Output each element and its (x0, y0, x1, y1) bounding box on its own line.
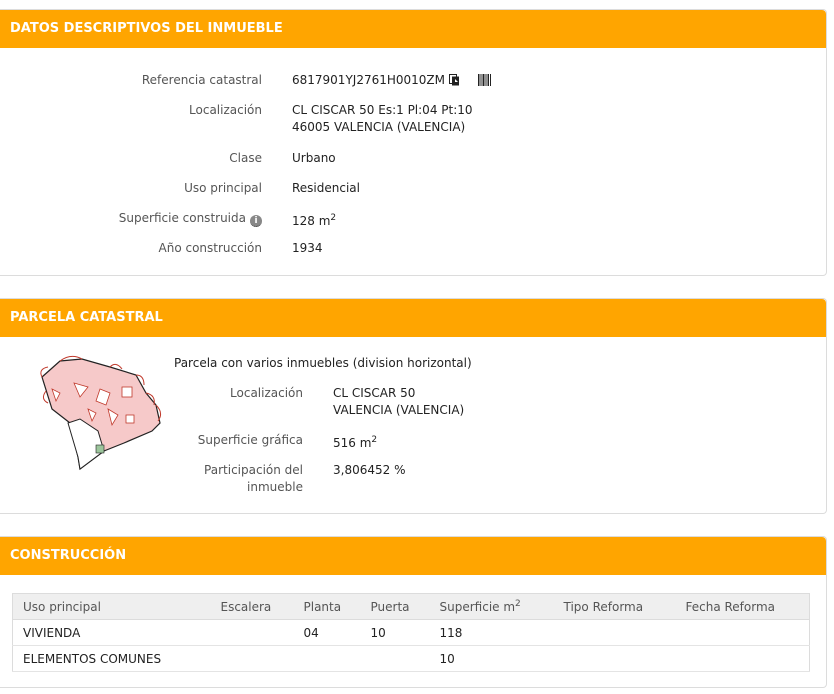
cell-fecha-reforma (675, 645, 810, 672)
parcela-map-thumbnail[interactable] (38, 353, 164, 471)
copy-icon[interactable] (449, 74, 460, 86)
cell-puerta (360, 645, 430, 672)
superficie-grafica-value: 516 m2 (333, 432, 377, 452)
table-row: VIVIENDA 04 10 118 (12, 619, 810, 646)
column-header-planta: Planta (293, 593, 361, 620)
localizacion-line1: CL CISCAR 50 Es:1 Pl:04 Pt:10 (292, 103, 473, 117)
participacion-label-line2: inmueble (247, 480, 303, 494)
superficie-construida-label: Superficie construida i (0, 210, 262, 227)
column-header-superficie: Superficie m2 (429, 593, 554, 620)
datos-descriptivos-title: DATOS DESCRIPTIVOS DEL INMUEBLE (0, 10, 826, 48)
table-row: ELEMENTOS COMUNES 10 (12, 645, 810, 672)
anio-construccion-label: Año construcción (158, 241, 263, 255)
construccion-table: Uso principal Escalera Planta Puerta Sup… (12, 593, 810, 672)
superficie-grafica-number: 516 m (333, 436, 372, 450)
column-header-fecha-reforma: Fecha Reforma (675, 593, 810, 620)
clase-value: Urbano (292, 151, 336, 165)
cell-superficie: 10 (429, 645, 554, 672)
parcela-descripcion: Parcela con varios inmuebles (division h… (174, 356, 472, 370)
parcela-catastral-panel: PARCELA CATASTRAL Parcela con varios inm… (0, 298, 827, 514)
cell-tipo-reforma (553, 645, 676, 672)
superficie-construida-unit: 2 (330, 213, 337, 223)
column-header-uso: Uso principal (12, 593, 211, 620)
column-header-superficie-unit: 2 (515, 599, 521, 609)
cell-escalera (210, 619, 294, 646)
cell-uso: ELEMENTOS COMUNES (12, 645, 211, 672)
parcela-localizacion-line2: VALENCIA (VALENCIA) (333, 403, 465, 417)
table-header-row: Uso principal Escalera Planta Puerta Sup… (12, 593, 810, 620)
superficie-construida-text: Superficie construida (118, 211, 246, 225)
localizacion-line2: 46005 VALENCIA (VALENCIA) (292, 120, 466, 134)
barcode-icon[interactable] (478, 74, 491, 86)
participacion-label-line1: Participación del (204, 463, 303, 477)
datos-descriptivos-panel: DATOS DESCRIPTIVOS DEL INMUEBLE Referenc… (0, 9, 827, 276)
localizacion-label: Localización (189, 103, 262, 117)
cell-uso: VIVIENDA (12, 619, 211, 646)
parcela-localizacion-label: Localización (230, 386, 303, 400)
uso-principal-value: Residencial (292, 181, 360, 195)
cell-planta: 04 (293, 619, 361, 646)
referencia-catastral-label: Referencia catastral (141, 73, 262, 87)
column-header-tipo-reforma: Tipo Reforma (553, 593, 676, 620)
referencia-catastral-value: 6817901YJ2761H0010ZM (292, 72, 491, 89)
column-header-escalera: Escalera (210, 593, 294, 620)
superficie-grafica-label: Superficie gráfica (197, 433, 303, 447)
cell-superficie: 118 (429, 619, 554, 646)
clase-label: Clase (229, 151, 262, 165)
uso-principal-label: Uso principal (184, 181, 262, 195)
anio-construccion-value: 1934 (292, 241, 323, 255)
cell-puerta: 10 (360, 619, 430, 646)
parcela-localizacion-line1: CL CISCAR 50 (333, 386, 416, 400)
construccion-title: CONSTRUCCIÓN (0, 537, 826, 575)
superficie-construida-number: 128 m (292, 214, 331, 228)
referencia-catastral-text[interactable]: 6817901YJ2761H0010ZM (292, 73, 445, 87)
column-header-superficie-text: Superficie m (439, 600, 516, 614)
cell-planta (293, 645, 361, 672)
participacion-value: 3,806452 % (333, 463, 406, 477)
cell-tipo-reforma (553, 619, 676, 646)
cell-fecha-reforma (675, 619, 810, 646)
info-icon[interactable]: i (250, 215, 262, 227)
construccion-panel: CONSTRUCCIÓN Uso principal Escalera Plan… (0, 536, 827, 688)
cell-escalera (210, 645, 294, 672)
superficie-construida-value: 128 m2 (292, 210, 336, 230)
parcela-catastral-title: PARCELA CATASTRAL (0, 299, 826, 337)
column-header-puerta: Puerta (360, 593, 430, 620)
superficie-grafica-unit: 2 (371, 435, 378, 445)
